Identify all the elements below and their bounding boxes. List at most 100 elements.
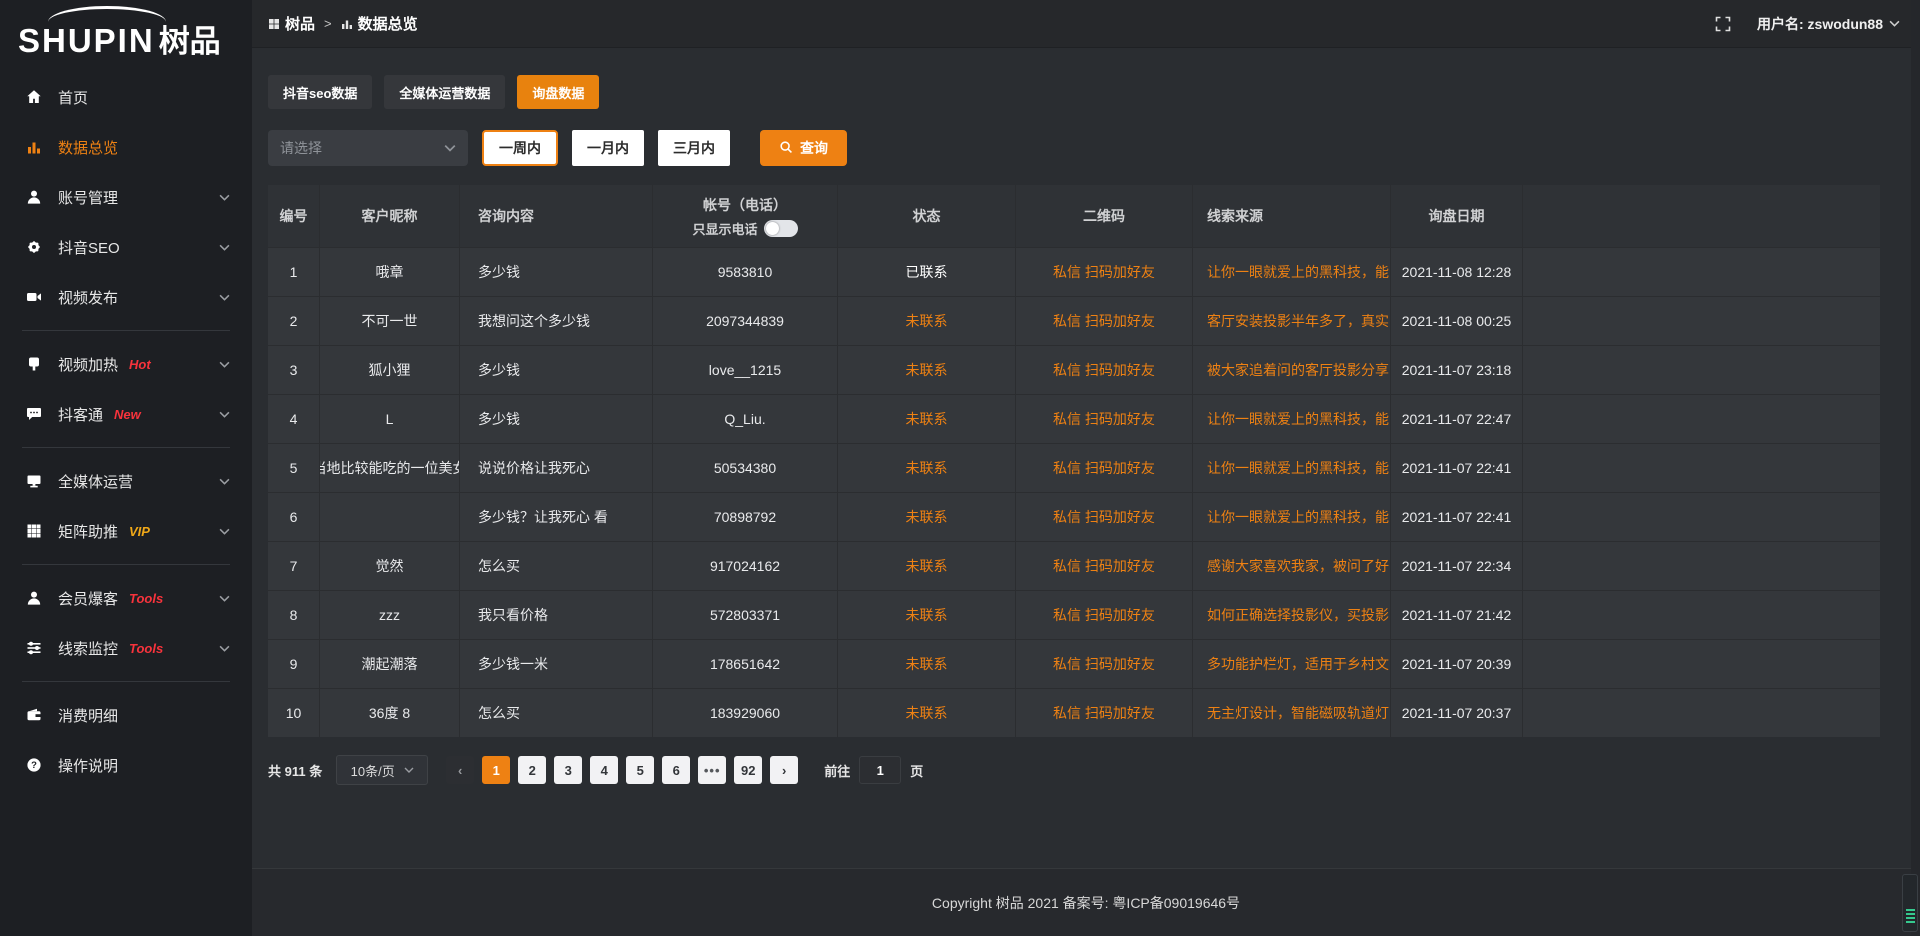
cell-qrcode-link[interactable]: 私信 扫码加好友 xyxy=(1016,591,1193,639)
copyright-text: Copyright 树品 2021 备案号: 粤ICP备09019646号 xyxy=(932,893,1240,913)
svg-text:?: ? xyxy=(31,760,37,771)
cell-qrcode-link[interactable]: 私信 扫码加好友 xyxy=(1016,542,1193,590)
sidebar-item-video-heat[interactable]: 视频加热 Hot xyxy=(0,339,252,389)
header-right: 用户名: zswodun88 xyxy=(1715,14,1900,34)
cell-source-link[interactable]: 让你一眼就爱上的黑科技，能... xyxy=(1193,248,1391,296)
table-row: 1 哦章 多少钱 9583810 已联系 私信 扫码加好友 让你一眼就爱上的黑科… xyxy=(268,247,1880,296)
cell-qrcode-link[interactable]: 私信 扫码加好友 xyxy=(1016,689,1193,737)
sidebar-item-video-publish[interactable]: 视频发布 xyxy=(0,272,252,322)
sidebar-item-lead-monitor[interactable]: 线索监控 Tools xyxy=(0,623,252,673)
page-button-3[interactable]: 3 xyxy=(554,756,582,784)
cell-source-link[interactable]: 无主灯设计，智能磁吸轨道灯... xyxy=(1193,689,1391,737)
chevron-down-icon xyxy=(1889,20,1900,27)
sidebar-item-spending-detail[interactable]: 消费明细 xyxy=(0,690,252,740)
sidebar-item-help[interactable]: ? 操作说明 xyxy=(0,740,252,790)
page-button-4[interactable]: 4 xyxy=(590,756,618,784)
col-header-nickname: 客户昵称 xyxy=(320,185,460,247)
cell-date: 2021-11-07 20:39 xyxy=(1391,640,1523,688)
cell-source-link[interactable]: 多功能护栏灯，适用于乡村文... xyxy=(1193,640,1391,688)
query-button-label: 查询 xyxy=(800,138,828,158)
next-page-button[interactable]: › xyxy=(770,756,798,784)
col-header-source: 线索来源 xyxy=(1193,185,1391,247)
fullscreen-icon[interactable] xyxy=(1715,16,1731,32)
sidebar-item-member-leads[interactable]: 会员爆客 Tools xyxy=(0,573,252,623)
cell-filler xyxy=(1523,395,1880,443)
more-pages-button[interactable]: ••• xyxy=(698,756,726,784)
jump-page-input[interactable] xyxy=(859,756,901,784)
cell-qrcode-link[interactable]: 私信 扫码加好友 xyxy=(1016,444,1193,492)
monitor-icon xyxy=(26,473,44,489)
sidebar-item-douketong[interactable]: 抖客通 New xyxy=(0,389,252,439)
filter-select-placeholder: 请选择 xyxy=(280,138,322,158)
sidebar-divider xyxy=(22,330,230,331)
cell-qrcode-link[interactable]: 私信 扫码加好友 xyxy=(1016,395,1193,443)
page-button-5[interactable]: 5 xyxy=(626,756,654,784)
pagination: 共 911 条 10条/页 ‹ 1 2 3 4 5 6 ••• 92 › 前往 … xyxy=(268,755,1920,785)
sidebar-item-account-mgmt[interactable]: 账号管理 xyxy=(0,172,252,222)
page-button-2[interactable]: 2 xyxy=(518,756,546,784)
jump-prefix-label: 前往 xyxy=(824,761,850,780)
cell-source-link[interactable]: 让你一眼就爱上的黑科技，能... xyxy=(1193,395,1391,443)
cell-qrcode-link[interactable]: 私信 扫码加好友 xyxy=(1016,493,1193,541)
breadcrumb-home[interactable]: 树品 xyxy=(268,13,315,34)
phone-only-toggle[interactable] xyxy=(764,220,798,237)
range-month-button[interactable]: 一月内 xyxy=(572,130,644,166)
cell-filler xyxy=(1523,689,1880,737)
cell-status: 未联系 xyxy=(838,689,1016,737)
sidebar-item-label: 账号管理 xyxy=(58,187,118,208)
breadcrumb: 树品 > 数据总览 xyxy=(268,13,418,34)
cell-source-link[interactable]: 感谢大家喜欢我家，被问了好... xyxy=(1193,542,1391,590)
sidebar-item-douyin-seo[interactable]: 抖音SEO xyxy=(0,222,252,272)
cell-qrcode-link[interactable]: 私信 扫码加好友 xyxy=(1016,346,1193,394)
scrollbar-track[interactable] xyxy=(1911,0,1920,936)
cell-id: 4 xyxy=(268,395,320,443)
cell-source-link[interactable]: 被大家追着问的客厅投影分享... xyxy=(1193,346,1391,394)
cell-source-link[interactable]: 让你一眼就爱上的黑科技，能... xyxy=(1193,493,1391,541)
cell-filler xyxy=(1523,542,1880,590)
cell-qrcode-link[interactable]: 私信 扫码加好友 xyxy=(1016,640,1193,688)
cell-source-link[interactable]: 如何正确选择投影仪，买投影... xyxy=(1193,591,1391,639)
sidebar: SHUPIN树品 首页 数据总览 账号管理 抖音SEO 视频发布 xyxy=(0,0,252,936)
query-button[interactable]: 查询 xyxy=(760,130,847,166)
user-menu[interactable]: 用户名: zswodun88 xyxy=(1757,14,1900,34)
cell-content: 怎么买 xyxy=(460,689,653,737)
tab-omnimedia-data[interactable]: 全媒体运营数据 xyxy=(384,75,505,109)
tab-douyin-seo-data[interactable]: 抖音seo数据 xyxy=(268,75,372,109)
sidebar-item-matrix-boost[interactable]: 矩阵助推 VIP xyxy=(0,506,252,556)
filter-select[interactable]: 请选择 xyxy=(268,130,468,166)
cell-source-link[interactable]: 让你一眼就爱上的黑科技，能... xyxy=(1193,444,1391,492)
range-quarter-button[interactable]: 三月内 xyxy=(658,130,730,166)
sliders-icon xyxy=(26,640,44,656)
cell-nickname: L xyxy=(320,395,460,443)
jump-suffix-label: 页 xyxy=(910,761,923,780)
page-button-1[interactable]: 1 xyxy=(482,756,510,784)
breadcrumb-current[interactable]: 数据总览 xyxy=(341,13,418,34)
sidebar-item-label: 线索监控 xyxy=(58,638,118,659)
floating-widget[interactable] xyxy=(1902,874,1918,932)
cell-content: 多少钱 xyxy=(460,248,653,296)
cell-date: 2021-11-07 22:34 xyxy=(1391,542,1523,590)
table-row: 10 36度 8 怎么买 183929060 未联系 私信 扫码加好友 无主灯设… xyxy=(268,688,1880,737)
page-button-6[interactable]: 6 xyxy=(662,756,690,784)
cell-source-link[interactable]: 客厅安装投影半年多了，真实... xyxy=(1193,297,1391,345)
main-content: 抖音seo数据 全媒体运营数据 询盘数据 请选择 一周内 一月内 三月内 查询 … xyxy=(252,48,1920,936)
cell-date: 2021-11-07 22:47 xyxy=(1391,395,1523,443)
cell-content: 说说价格让我死心 xyxy=(460,444,653,492)
sidebar-item-omnimedia[interactable]: 全媒体运营 xyxy=(0,456,252,506)
sidebar-item-label: 首页 xyxy=(58,87,88,108)
sidebar-item-data-overview[interactable]: 数据总览 xyxy=(0,122,252,172)
table-row: 6 多少钱？让我死心 看 70898792 未联系 私信 扫码加好友 让你一眼就… xyxy=(268,492,1880,541)
range-week-button[interactable]: 一周内 xyxy=(482,130,558,166)
sidebar-item-home[interactable]: 首页 xyxy=(0,72,252,122)
page-button-92[interactable]: 92 xyxy=(734,756,762,784)
page-size-select[interactable]: 10条/页 xyxy=(336,755,428,785)
cell-date: 2021-11-08 00:25 xyxy=(1391,297,1523,345)
chevron-down-icon xyxy=(219,478,230,485)
cell-id: 7 xyxy=(268,542,320,590)
prev-page-button[interactable]: ‹ xyxy=(446,756,474,784)
question-circle-icon: ? xyxy=(26,757,44,773)
mini-bar-chart-icon xyxy=(341,18,353,30)
cell-qrcode-link[interactable]: 私信 扫码加好友 xyxy=(1016,297,1193,345)
cell-qrcode-link[interactable]: 私信 扫码加好友 xyxy=(1016,248,1193,296)
tab-inquiry-data[interactable]: 询盘数据 xyxy=(517,75,599,109)
